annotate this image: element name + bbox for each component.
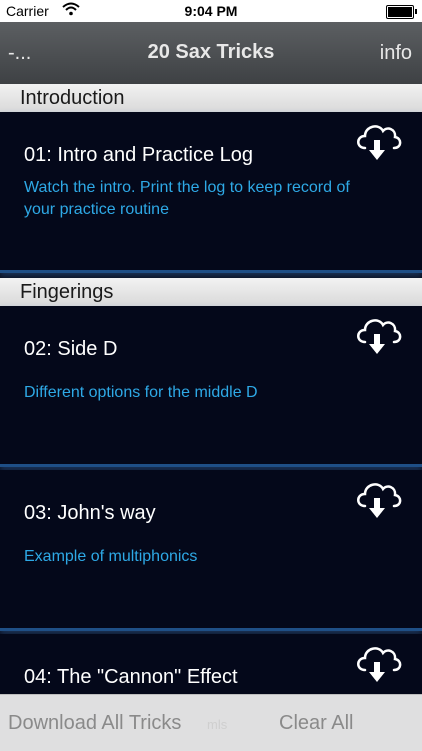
item-description: Different options for the middle D: [24, 384, 258, 401]
page-title: 20 Sax Tricks: [147, 41, 275, 63]
status-time: 9:04 PM: [184, 3, 238, 19]
section-header-label: Fingerings: [20, 281, 114, 303]
item-title: 02: Side D: [24, 338, 118, 360]
section-header-introduction: Introduction: [0, 84, 422, 112]
info-button[interactable]: info: [380, 42, 412, 65]
status-bar: Carrier 9:04 PM: [0, 0, 422, 22]
item-description: Example of multiphonics: [24, 548, 198, 565]
download-all-button[interactable]: Download All Tricks: [8, 712, 181, 735]
cloud-download-icon[interactable]: [352, 312, 404, 358]
cloud-download-icon[interactable]: [352, 118, 404, 164]
list-item[interactable]: 03: John's way Example of multiphonics: [0, 470, 422, 631]
item-title: 01: Intro and Practice Log: [24, 144, 254, 166]
section-header-label: Introduction: [20, 87, 125, 109]
battery-icon: [386, 5, 417, 19]
item-title: 03: John's way: [24, 502, 156, 524]
bottom-toolbar: Download All Tricks mls Clear All: [0, 694, 422, 751]
ghost-label: mls: [207, 717, 228, 732]
clear-all-button[interactable]: Clear All: [279, 712, 353, 735]
cloud-download-icon[interactable]: [352, 640, 404, 686]
section-header-fingerings: Fingerings: [0, 278, 422, 306]
item-description: Watch the intro. Print the log to keep r…: [24, 179, 350, 218]
list-item[interactable]: 02: Side D Different options for the mid…: [0, 306, 422, 467]
list-item[interactable]: 01: Intro and Practice Log Watch the int…: [0, 112, 422, 273]
navigation-bar: -... 20 Sax Tricks info: [0, 22, 422, 85]
cloud-download-icon[interactable]: [352, 476, 404, 522]
item-title: 04: The "Cannon" Effect: [24, 666, 238, 688]
